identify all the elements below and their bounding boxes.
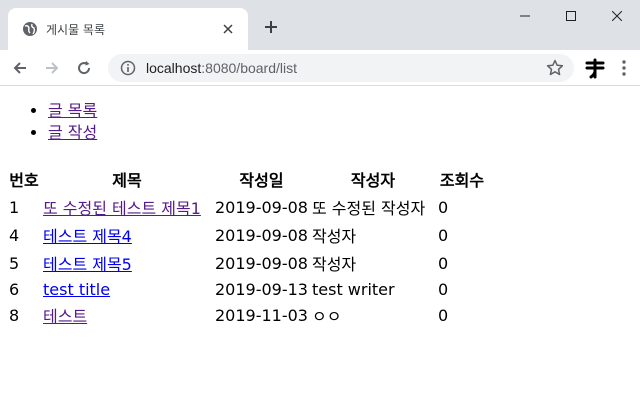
info-icon[interactable]: [120, 60, 136, 76]
new-tab-button[interactable]: [258, 14, 284, 40]
bookmark-star-icon[interactable]: [546, 59, 564, 77]
table-row: 6 test title 2019-09-13 test writer 0: [8, 278, 487, 300]
close-tab-icon[interactable]: [220, 21, 236, 37]
maximize-button[interactable]: [548, 0, 594, 32]
row-views: 0: [437, 225, 449, 245]
kebab-menu-icon[interactable]: [614, 55, 634, 81]
page-content: 글 목록 글 작성 번호 제목 작성일 작성자 조회수 1 또 수정된 테스트 …: [0, 100, 640, 330]
row-number: 4: [9, 225, 20, 245]
row-views: 0: [437, 305, 449, 325]
row-views: 0: [437, 253, 449, 273]
row-date: 2019-09-08: [215, 197, 308, 217]
row-views: 0: [437, 279, 449, 299]
row-number: 6: [9, 279, 20, 299]
row-date: 2019-11-03: [215, 305, 308, 325]
tab-strip: 게시물 목록: [0, 0, 640, 50]
post-title-link[interactable]: test title: [43, 280, 110, 299]
post-title-link[interactable]: 또 수정된 테스트 제목1: [43, 199, 201, 218]
row-writer: test writer: [311, 279, 395, 299]
row-number: 1: [9, 197, 20, 217]
board-table: 번호 제목 작성일 작성자 조회수 1 또 수정된 테스트 제목1 2019-0…: [6, 164, 489, 330]
browser-toolbar: localhost:8080/board/list: [0, 50, 640, 86]
row-title-cell: 또 수정된 테스트 제목1: [42, 194, 212, 220]
row-date: 2019-09-08: [215, 253, 308, 273]
header-title: 제목: [112, 171, 142, 190]
forward-arrow-icon: [46, 61, 59, 74]
back-button[interactable]: [6, 54, 34, 82]
url-host: localhost: [146, 59, 202, 76]
globe-icon: [22, 21, 38, 37]
nav-item-list: 글 목록: [48, 100, 632, 122]
post-title-link[interactable]: 테스트: [43, 307, 87, 326]
write-post-link[interactable]: 글 작성: [48, 123, 97, 142]
post-list-link[interactable]: 글 목록: [48, 101, 97, 120]
row-title-cell: test title: [42, 278, 212, 300]
row-date: 2019-09-08: [215, 225, 308, 245]
header-views: 조회수: [439, 171, 485, 190]
table-row: 1 또 수정된 테스트 제목1 2019-09-08 또 수정된 작성자 0: [8, 194, 487, 220]
row-number: 8: [9, 305, 20, 325]
header-number: 번호: [9, 171, 39, 190]
browser-tab[interactable]: 게시물 목록: [8, 8, 248, 50]
tab-title: 게시물 목록: [46, 22, 106, 37]
post-title-link[interactable]: 테스트 제목4: [43, 227, 132, 246]
header-writer: 작성자: [350, 171, 396, 190]
nav-item-write: 글 작성: [48, 122, 632, 144]
url-path: :8080/board/list: [201, 59, 297, 76]
post-title-link[interactable]: 테스트 제목5: [43, 255, 132, 274]
header-date: 작성일: [239, 171, 284, 190]
row-writer: 작성자: [311, 227, 357, 246]
window-controls: [502, 0, 640, 32]
row-title-cell: 테스트 제목5: [42, 250, 212, 276]
row-title-cell: 테스트 제목4: [42, 222, 212, 248]
address-bar[interactable]: localhost:8080/board/list: [108, 53, 574, 82]
nav-list: 글 목록 글 작성: [8, 100, 632, 144]
minimize-button[interactable]: [502, 0, 548, 32]
row-views: 0: [437, 197, 449, 217]
row-writer: 또 수정된 작성자: [311, 199, 426, 218]
row-writer: 작성자: [311, 255, 357, 274]
url-text: localhost:8080/board/list: [146, 60, 546, 76]
forward-button[interactable]: [38, 54, 66, 82]
reload-icon: [78, 60, 91, 74]
table-row: 5 테스트 제목5 2019-09-08 작성자 0: [8, 250, 487, 276]
reload-button[interactable]: [70, 54, 98, 82]
back-arrow-icon: [13, 61, 26, 74]
extension-icon[interactable]: [582, 55, 608, 81]
row-title-cell: 테스트: [42, 302, 212, 328]
table-header-row: 번호 제목 작성일 작성자 조회수: [8, 166, 487, 192]
row-date: 2019-09-13: [215, 279, 308, 299]
row-number: 5: [9, 253, 20, 273]
row-writer: ㅇㅇ: [311, 307, 342, 326]
table-row: 4 테스트 제목4 2019-09-08 작성자 0: [8, 222, 487, 248]
close-window-button[interactable]: [594, 0, 640, 32]
table-row: 8 테스트 2019-11-03 ㅇㅇ 0: [8, 302, 487, 328]
